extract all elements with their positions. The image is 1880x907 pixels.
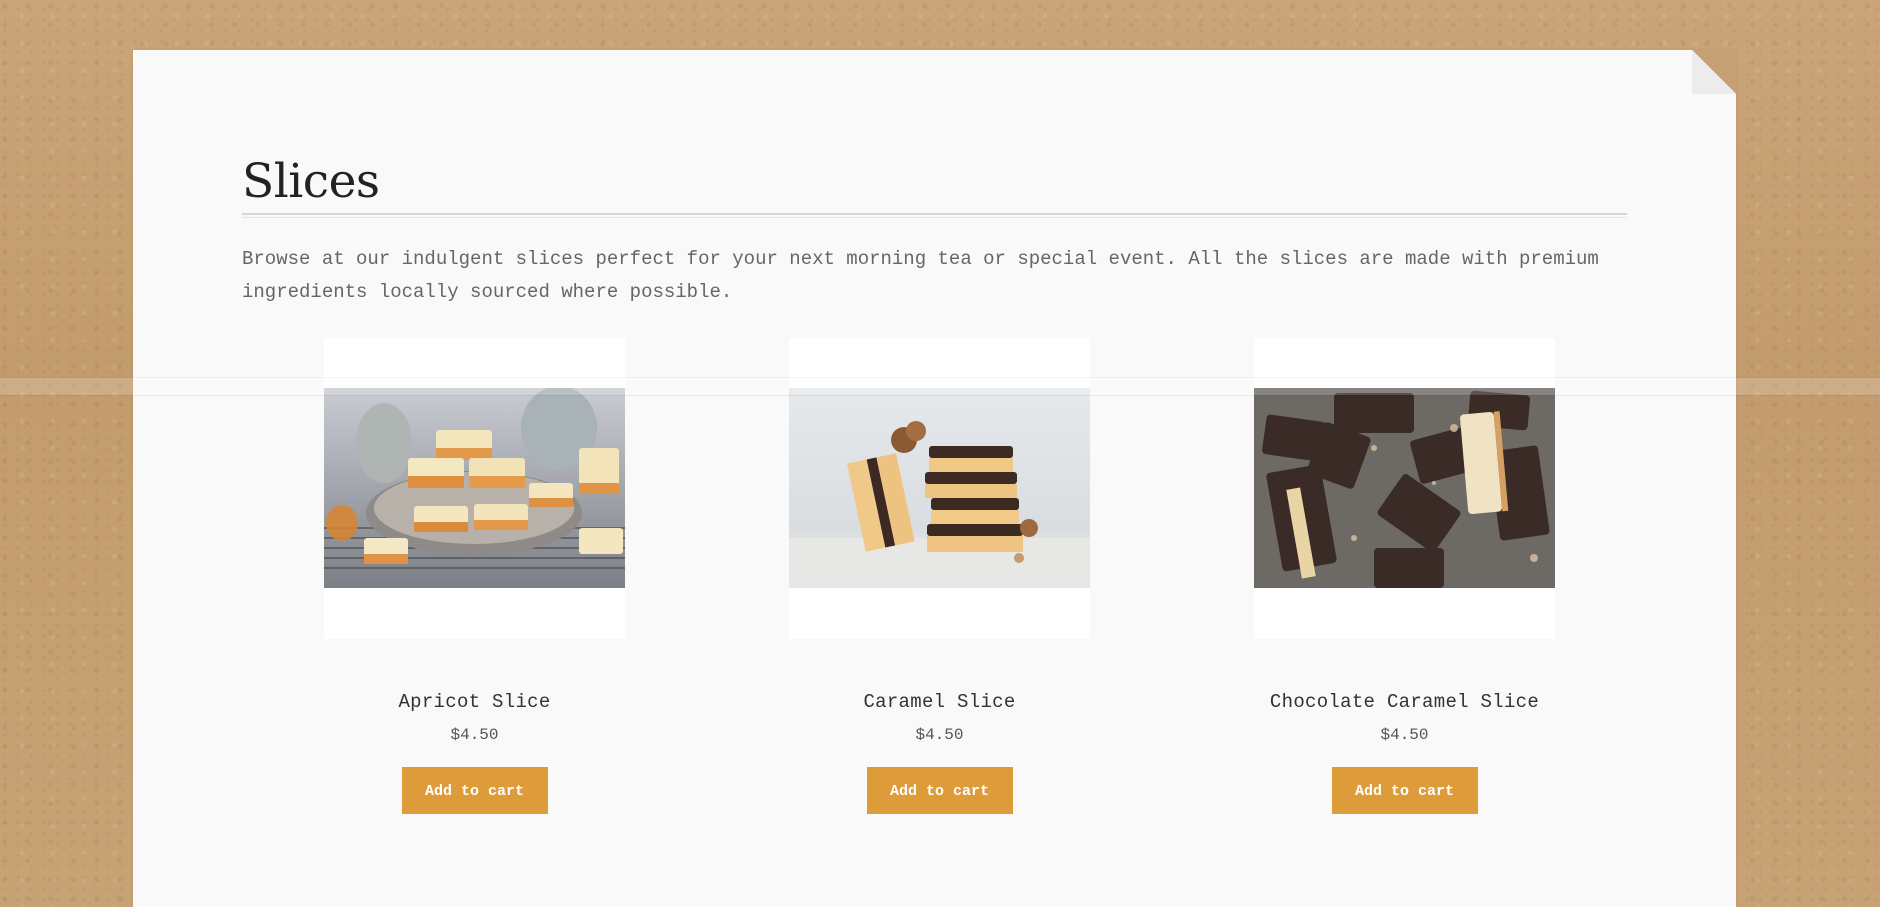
- product-card: Caramel Slice $4.50 Add to cart: [789, 338, 1090, 814]
- product-name[interactable]: Apricot Slice: [324, 691, 625, 713]
- product-name[interactable]: Chocolate Caramel Slice: [1254, 691, 1555, 713]
- product-price: $4.50: [915, 726, 964, 744]
- product-image-frame[interactable]: [324, 338, 625, 639]
- chocolate-caramel-slice-photo[interactable]: [1254, 388, 1555, 588]
- product-price: $4.50: [1380, 726, 1429, 744]
- product-card: Apricot Slice $4.50 Add to cart: [324, 338, 625, 814]
- product-image-frame[interactable]: [789, 338, 1090, 639]
- page-corner-fold: [1692, 50, 1736, 94]
- add-to-cart-button[interactable]: Add to cart: [1331, 767, 1478, 814]
- product-price: $4.50: [450, 726, 499, 744]
- product-name[interactable]: Caramel Slice: [789, 691, 1090, 713]
- product-card: Chocolate Caramel Slice $4.50 Add to car…: [1254, 338, 1555, 814]
- page-title: Slices: [242, 154, 380, 209]
- title-divider: [242, 213, 1627, 218]
- caramel-slice-photo[interactable]: [789, 388, 1090, 588]
- product-image-frame[interactable]: [1254, 338, 1555, 639]
- apricot-slice-photo[interactable]: [324, 388, 625, 588]
- add-to-cart-button[interactable]: Add to cart: [866, 767, 1013, 814]
- add-to-cart-button[interactable]: Add to cart: [401, 767, 548, 814]
- content-sheet: Slices Browse at our indulgent slices pe…: [133, 50, 1736, 907]
- page-intro: Browse at our indulgent slices perfect f…: [242, 248, 1599, 303]
